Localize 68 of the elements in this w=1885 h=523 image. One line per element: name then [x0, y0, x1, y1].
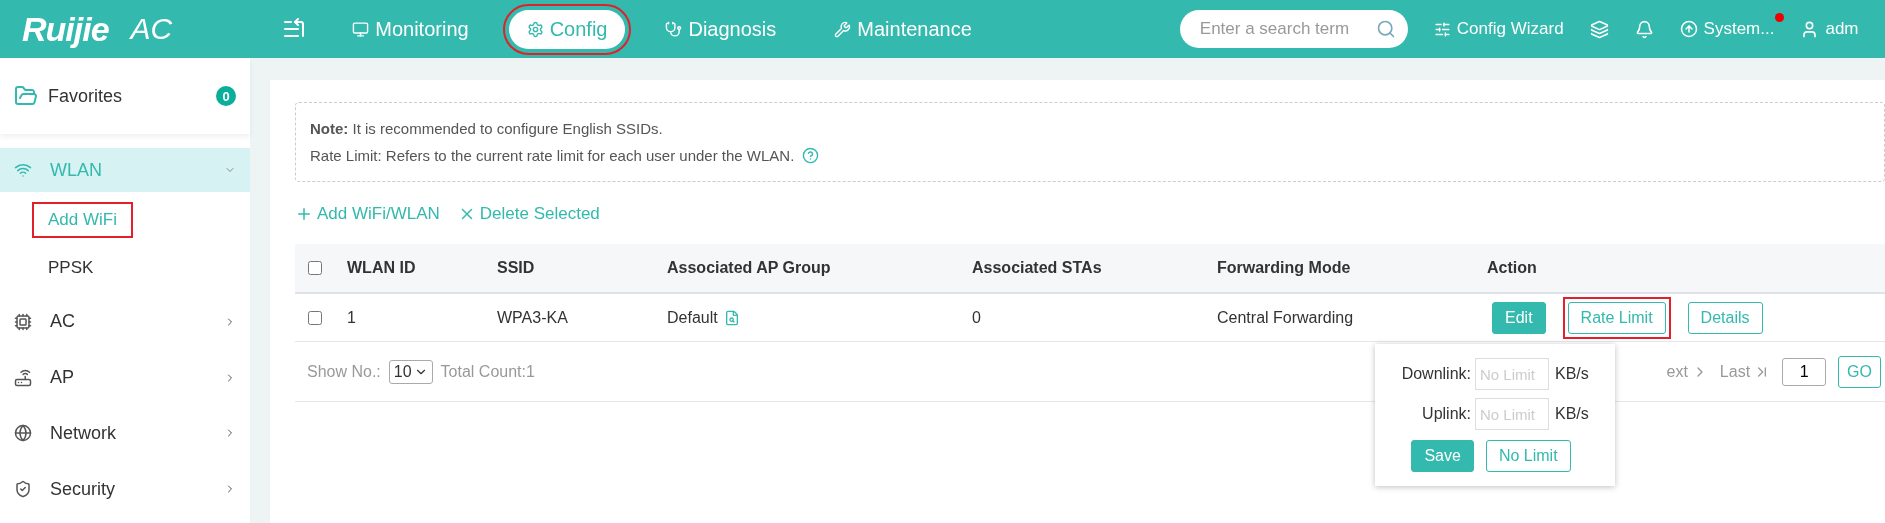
table-cell: 0 [972, 308, 981, 327]
router-icon [14, 368, 32, 387]
wrench-icon [834, 20, 852, 38]
field-label: Downlink: [1400, 365, 1471, 383]
note-text: Rate Limit: Refers to the current rate limit for each user under the WLAN. [310, 146, 795, 166]
bell-icon[interactable] [1634, 19, 1654, 39]
plus-icon [295, 205, 313, 223]
search-icon[interactable] [1375, 19, 1396, 39]
select-all-checkbox[interactable] [308, 261, 322, 275]
column-header: Action [1487, 259, 1537, 277]
action-button[interactable]: Rate Limit [1567, 301, 1666, 334]
favorites-label[interactable]: Favorites [48, 85, 123, 107]
sidebar-subitem[interactable]: PPSK [34, 251, 108, 284]
table-cell: Default [667, 308, 718, 327]
column-header: Associated AP Group [667, 259, 831, 277]
count-badge: 0 [216, 86, 236, 107]
sidebar-item[interactable]: Network [0, 411, 250, 456]
no-limit-button[interactable]: No Limit [1485, 440, 1571, 472]
note-text: Note: It is recommended to configure English SSIDs. [310, 119, 663, 139]
nav-tab[interactable]: Diagnosis [647, 9, 795, 49]
unit-label: KB/s [1555, 405, 1590, 423]
layers-icon[interactable] [1589, 19, 1609, 39]
unit-label: KB/s [1555, 365, 1590, 383]
action-button[interactable]: Edit [1492, 301, 1546, 334]
product-name: AC [130, 12, 173, 46]
sidebar-item[interactable]: Security [0, 467, 250, 512]
sidebar-subitem[interactable]: Add WiFi [34, 203, 131, 236]
globe-icon [14, 424, 32, 443]
sidebar-item[interactable]: WLAN [0, 148, 250, 192]
go-button[interactable]: GO [1838, 355, 1881, 388]
user-menu[interactable]: adm [1800, 19, 1859, 39]
sidebar-item[interactable]: AC [0, 299, 250, 344]
wifi-icon [14, 161, 32, 179]
sidebar-item[interactable]: AP [0, 355, 250, 400]
page-size-label: Show No.: [307, 362, 381, 381]
system-menu[interactable]: System... [1679, 19, 1775, 39]
column-header: Associated STAs [972, 259, 1102, 277]
monitor-icon [352, 20, 370, 38]
nav-tab[interactable]: Monitoring [334, 9, 487, 49]
search-box[interactable]: Enter a search term [1179, 10, 1408, 48]
column-header: Forwarding Mode [1217, 259, 1351, 277]
column-header: SSID [497, 259, 535, 277]
help-icon[interactable] [802, 147, 820, 164]
column-header: WLAN ID [347, 259, 416, 277]
action-button[interactable]: Details [1687, 301, 1763, 334]
config-wizard-link[interactable]: Config Wizard [1433, 19, 1564, 39]
table-cell: WPA3-KA [497, 308, 568, 327]
last-page-link[interactable]: Last [1719, 362, 1771, 381]
page-number-field[interactable]: 1 [1782, 357, 1827, 386]
view-details-icon[interactable] [723, 309, 740, 326]
nav-tab[interactable]: Maintenance [816, 9, 990, 49]
next-page-link[interactable]: ext [1666, 362, 1708, 381]
logo: Ruijie [22, 9, 109, 49]
upload-icon [1679, 20, 1698, 38]
table-cell: 1 [347, 308, 356, 327]
add-link[interactable]: Add WiFi/WLAN [295, 204, 440, 224]
shield-icon [14, 480, 32, 499]
total-count: Total Count:1 [440, 362, 535, 381]
stethoscope-icon [665, 20, 683, 38]
page-size-select[interactable]: 10 [388, 359, 433, 384]
field-label: Uplink: [1421, 405, 1471, 423]
save-button[interactable]: Save [1411, 440, 1474, 472]
row-checkbox[interactable] [308, 310, 322, 325]
sliders-icon [1433, 20, 1451, 38]
chip-icon [14, 312, 32, 331]
delete-link[interactable]: Delete Selected [457, 204, 600, 224]
settings-icon [526, 20, 544, 38]
table-cell: Central Forwarding [1217, 308, 1354, 327]
